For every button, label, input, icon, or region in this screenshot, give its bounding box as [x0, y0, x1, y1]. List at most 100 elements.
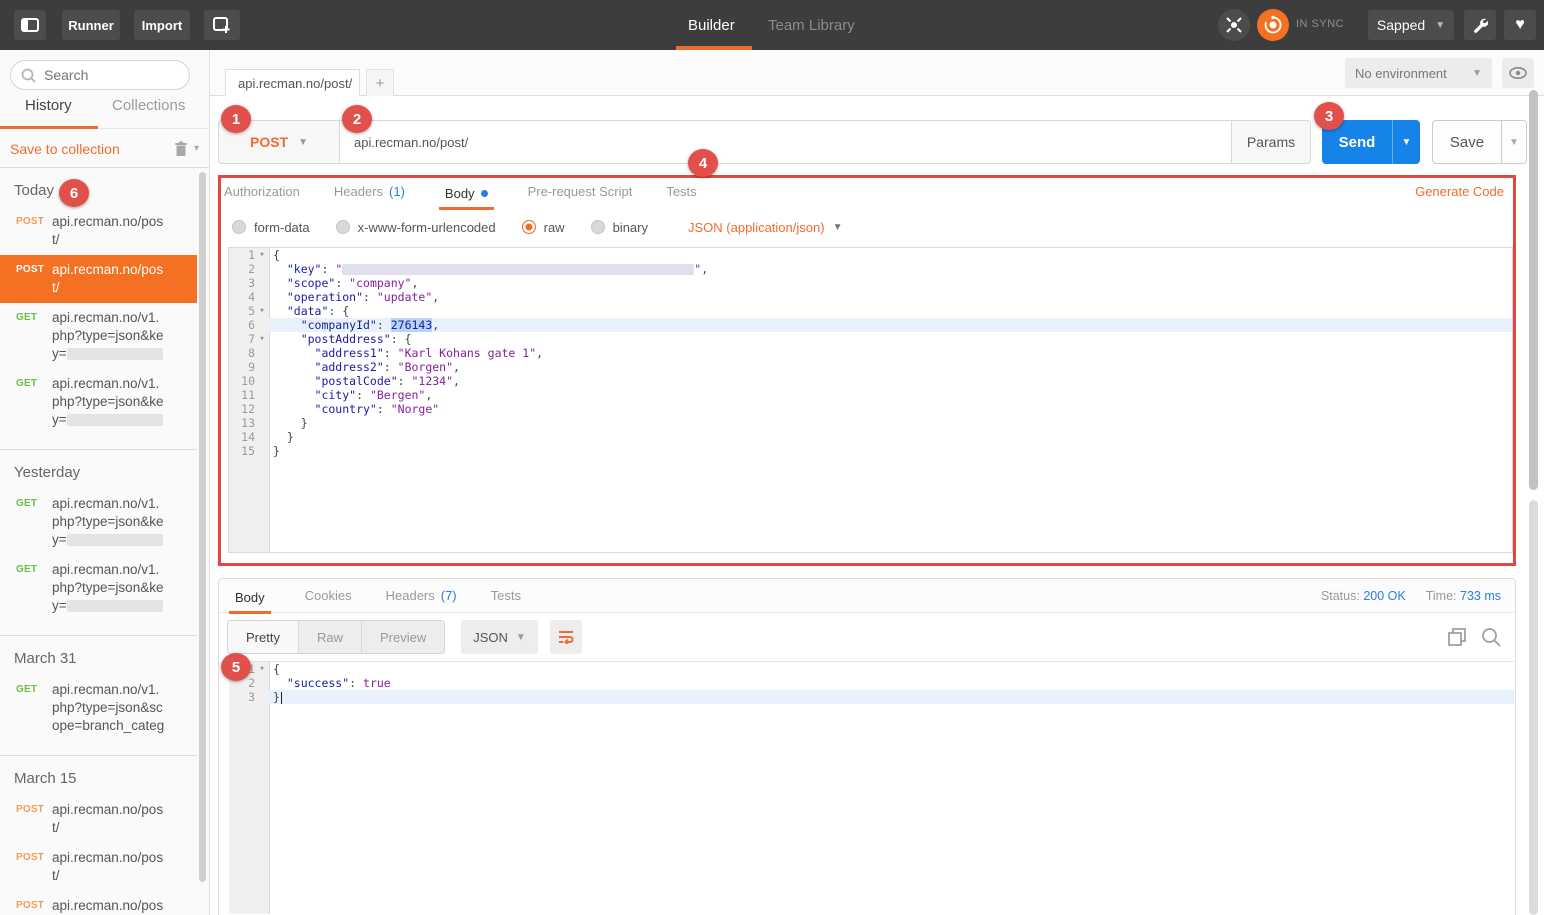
response-format-dropdown[interactable]: JSON ▼ [461, 620, 538, 654]
save-button[interactable]: Save [1432, 120, 1502, 164]
history-item[interactable]: POSTapi.recman.no/post/ [0, 795, 197, 843]
tab-response-body[interactable]: Body [229, 586, 271, 614]
fold-arrow-icon[interactable]: ▾ [255, 248, 269, 262]
line-number-gutter[interactable]: 10 [229, 374, 269, 388]
nav-tab-team-library[interactable]: Team Library [768, 0, 855, 50]
line-number-gutter[interactable]: 8 [229, 346, 269, 360]
new-window-button[interactable] [204, 10, 240, 40]
tab-response-cookies[interactable]: Cookies [305, 588, 352, 603]
tab-response-tests[interactable]: Tests [491, 588, 521, 603]
fold-arrow-icon[interactable]: ▾ [255, 332, 269, 346]
chevron-down-icon: ▼ [298, 137, 308, 148]
line-number-gutter[interactable]: 12 [229, 402, 269, 416]
request-tab[interactable]: api.recman.no/post/ [225, 69, 360, 96]
environment-dropdown[interactable]: No environment ▼ [1345, 58, 1492, 88]
line-number-gutter[interactable]: 13 [229, 416, 269, 430]
binary-label[interactable]: binary [613, 220, 648, 235]
wrap-lines-button[interactable] [550, 620, 582, 654]
line-number-gutter[interactable]: 2 [229, 262, 269, 276]
content-type-dropdown[interactable]: JSON (application/json) ▼ [688, 220, 842, 235]
tab-collections[interactable]: Collections [112, 97, 185, 128]
line-number-gutter[interactable]: 4 [229, 290, 269, 304]
user-menu-dropdown[interactable]: Sapped ▼ [1368, 10, 1454, 40]
generate-code-link[interactable]: Generate Code [1415, 184, 1504, 199]
save-to-collection-link[interactable]: Save to collection [10, 141, 174, 157]
form-data-label[interactable]: form-data [254, 220, 310, 235]
save-options-chevron-icon[interactable]: ▼ [1501, 120, 1527, 164]
line-number-gutter[interactable]: 7▾ [229, 332, 269, 346]
top-header: Runner Import Builder Team Library [0, 0, 1544, 50]
tab-authorization[interactable]: Authorization [224, 184, 300, 199]
response-tabs: Body Cookies Headers (7) Tests Status: 2… [219, 579, 1515, 613]
import-button[interactable]: Import [134, 10, 190, 40]
url-input[interactable]: api.recman.no/post/ [339, 121, 1232, 163]
copy-icon[interactable] [1447, 627, 1467, 647]
raw-label[interactable]: raw [544, 220, 565, 235]
search-box[interactable] [10, 60, 190, 90]
runner-button[interactable]: Runner [62, 10, 120, 40]
settings-button[interactable] [1464, 10, 1496, 40]
view-raw-button[interactable]: Raw [299, 621, 362, 653]
history-item[interactable]: GETapi.recman.no/v1.php?type=json&key= [0, 489, 197, 555]
code-line: 1▾{ [229, 662, 1514, 676]
new-request-tab-button[interactable]: + [366, 69, 394, 96]
params-button[interactable]: Params [1232, 121, 1310, 163]
new-window-icon [213, 17, 231, 33]
send-options-chevron-icon[interactable]: ▼ [1392, 120, 1420, 164]
line-number-gutter[interactable]: 5▾ [229, 304, 269, 318]
line-number-gutter[interactable]: 3 [229, 690, 269, 704]
tab-headers[interactable]: Headers (1) [334, 184, 405, 199]
line-number-gutter[interactable]: 11 [229, 388, 269, 402]
environment-preview-button[interactable] [1502, 58, 1534, 88]
history-item[interactable]: GETapi.recman.no/v1.php?type=json&key= [0, 555, 197, 621]
response-body-editor[interactable]: 1▾{2 "success": true3} [229, 661, 1514, 914]
view-pretty-button[interactable]: Pretty [228, 621, 299, 653]
save-to-collection-row: Save to collection ▾ [0, 130, 209, 168]
tab-tests[interactable]: Tests [666, 184, 696, 199]
interceptor-button[interactable] [1218, 9, 1250, 41]
radio-raw[interactable] [522, 220, 536, 234]
trash-icon[interactable] [174, 141, 188, 157]
history-item[interactable]: GETapi.recman.no/v1.php?type=json&scope=… [0, 675, 197, 741]
tab-prerequest-script[interactable]: Pre-request Script [528, 184, 633, 199]
time-value: 733 ms [1460, 589, 1501, 603]
sync-status-button[interactable] [1257, 9, 1289, 41]
history-item[interactable]: POSTapi.recman.no/post/ [0, 843, 197, 891]
history-item[interactable]: POSTapi.recman.no/post/ [0, 891, 197, 915]
search-response-icon[interactable] [1481, 627, 1501, 647]
history-item[interactable]: POSTapi.recman.no/post/ [0, 207, 197, 255]
nav-tab-builder[interactable]: Builder [688, 0, 735, 50]
line-number-gutter[interactable]: 6 [229, 318, 269, 332]
radio-form-data[interactable] [232, 220, 246, 234]
chevron-down-icon: ▼ [1472, 68, 1482, 79]
tab-body[interactable]: Body [439, 182, 494, 210]
urlencoded-label[interactable]: x-www-form-urlencoded [358, 220, 496, 235]
history-item[interactable]: GETapi.recman.no/v1.php?type=json&key= [0, 369, 197, 435]
request-body-editor[interactable]: 1▾{2 "key": "",3 "scope": "company",4 "o… [228, 247, 1513, 553]
history-item[interactable]: GETapi.recman.no/v1.php?type=json&key= [0, 303, 197, 369]
eye-icon [1509, 67, 1527, 79]
line-number-gutter[interactable]: 3 [229, 276, 269, 290]
line-number-gutter[interactable]: 15 [229, 444, 269, 458]
favorites-button[interactable]: ♥ [1504, 10, 1536, 40]
tab-response-headers[interactable]: Headers (7) [386, 588, 457, 603]
sidebar-toggle-button[interactable] [14, 10, 46, 40]
format-label: JSON [473, 630, 508, 645]
view-preview-button[interactable]: Preview [362, 621, 444, 653]
trash-chevron-icon[interactable]: ▾ [194, 143, 199, 154]
main-scrollbar-thumb[interactable] [1529, 90, 1538, 490]
line-number-gutter[interactable]: 14 [229, 430, 269, 444]
fold-arrow-icon[interactable]: ▾ [255, 662, 269, 676]
sidebar-scrollbar[interactable] [199, 172, 206, 882]
search-input[interactable] [44, 67, 174, 83]
history-item[interactable]: POSTapi.recman.no/post/ [0, 255, 197, 303]
radio-binary[interactable] [591, 220, 605, 234]
line-number-gutter[interactable]: 9 [229, 360, 269, 374]
radio-x-www-form-urlencoded[interactable] [336, 220, 350, 234]
tab-history[interactable]: History [25, 97, 72, 128]
code-text: "country": "Norge" [269, 402, 1512, 416]
main-scrollbar-track[interactable] [1529, 500, 1538, 915]
fold-arrow-icon[interactable]: ▾ [255, 304, 269, 318]
line-number-gutter[interactable]: 1▾ [229, 248, 269, 262]
wrap-lines-icon [558, 630, 574, 644]
